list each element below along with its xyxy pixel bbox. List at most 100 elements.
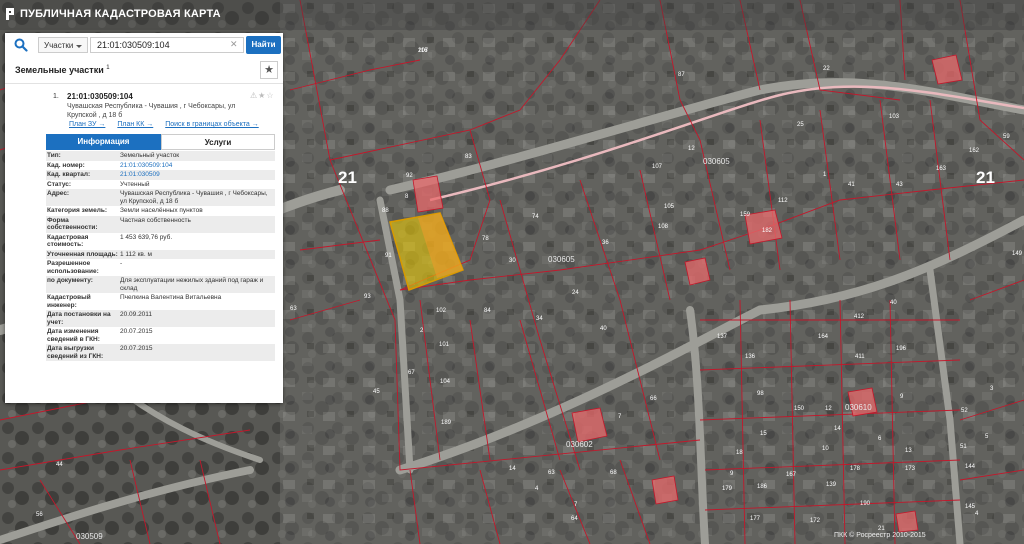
find-button[interactable]: Найти: [246, 36, 281, 54]
parcel-number: 178: [850, 466, 861, 472]
parcel-number: 116: [418, 48, 428, 54]
parcel-number: 14: [834, 426, 841, 432]
info-row: Форма собственности: Частная собственност…: [46, 215, 275, 233]
parcel-number: 12: [825, 406, 832, 412]
parcel-number: 149: [1012, 251, 1023, 257]
info-row: Кадастровый инженер: Пчелкина Валентина В…: [46, 293, 275, 310]
parcel-number: 189: [441, 420, 452, 426]
parcel-number: 163: [936, 166, 947, 172]
info-key: Категория земель:: [47, 207, 108, 214]
tab-info[interactable]: Информация: [46, 134, 161, 150]
info-value: Чувашская Республика - Чувашия , г Чебок…: [120, 190, 268, 205]
info-key: Кад. номер:: [47, 161, 85, 169]
parcel-number: 74: [532, 214, 539, 220]
info-key: Разрешенное использование:: [47, 260, 99, 275]
results-title: Земельные участки: [15, 65, 104, 75]
plan-kk-link[interactable]: План КК →: [117, 121, 153, 128]
parcel-number: 67: [408, 370, 415, 376]
info-row: по документу: Для эксплуатации нежилых зд…: [46, 276, 275, 293]
parcel-number: 92: [406, 173, 413, 179]
clear-icon[interactable]: ✕: [230, 39, 238, 50]
info-value[interactable]: 21:01:030509:104: [120, 161, 275, 171]
parcel-number: 30: [509, 258, 516, 264]
zone-label: 21: [338, 168, 357, 187]
result-cad-number[interactable]: 21:01:030509:104: [67, 92, 133, 101]
search-bar: Участки ✕ Найти: [5, 33, 283, 57]
parcel-number: 45: [373, 389, 380, 395]
parcel-number: 14: [509, 466, 516, 472]
info-value: 20.09.2011: [120, 311, 153, 318]
parcel-number: 40: [890, 300, 897, 306]
info-value: 20.07.2015: [120, 345, 153, 352]
parcel-number: 103: [889, 114, 900, 120]
info-value: Пчелкина Валентина Витальевна: [120, 294, 222, 301]
results-panel: Участки ✕ Найти Земельные участки 1 ★ 1.…: [5, 33, 283, 403]
parcel-number: 24: [572, 290, 579, 296]
info-key: Тип:: [47, 152, 61, 159]
search-type-select[interactable]: Участки: [38, 37, 88, 53]
zone-label: 21: [976, 168, 995, 187]
info-key: Адрес:: [47, 190, 70, 197]
quarter-label: 030610: [845, 403, 872, 412]
parcel-number: 63: [290, 306, 297, 312]
parcel-number: 179: [722, 486, 733, 492]
search-icon[interactable]: [14, 38, 28, 52]
parcel-number: 150: [794, 406, 805, 412]
plan-zu-link[interactable]: План ЗУ →: [69, 121, 105, 128]
quarter-label: 030605: [703, 157, 730, 166]
search-in-bounds-link[interactable]: Поиск в границах объекта →: [165, 121, 259, 128]
parcel-number: 36: [602, 240, 609, 246]
parcel-number: 12: [688, 146, 695, 152]
info-key: Дата изменения сведений в ГКН:: [47, 328, 100, 343]
parcel-number: 41: [848, 182, 855, 188]
parcel-number: 159: [740, 212, 751, 218]
parcel-number: 196: [896, 346, 907, 352]
parcel-number: 84: [484, 308, 491, 314]
tab-services[interactable]: Услуги: [161, 134, 275, 150]
quarter-label: 030605: [548, 255, 575, 264]
parcel-number: 13: [905, 448, 912, 454]
app-title: ПУБЛИЧНАЯ КАДАСТРОВАЯ КАРТА: [20, 8, 221, 20]
parcel-number: 10: [822, 446, 829, 452]
parcel-number: 64: [571, 516, 578, 522]
parcel-number: 101: [439, 342, 450, 348]
info-key: Статус:: [47, 180, 72, 188]
info-tabs: Информация Услуги: [46, 134, 275, 150]
parcel-number: 145: [965, 504, 976, 510]
info-value: Учтенный: [120, 180, 150, 188]
parcel-number: 78: [482, 236, 489, 242]
info-value[interactable]: 21:01:030509: [120, 170, 275, 180]
result-address: Чувашская Республика - Чувашия , г Чебок…: [67, 103, 236, 119]
search-input[interactable]: [90, 37, 244, 53]
rating-icon[interactable]: ⚠★☆: [250, 91, 275, 100]
info-value: 1 112 кв. м: [120, 250, 152, 258]
info-row: Дата постановки на учет: 20.09.2011: [46, 310, 275, 327]
results-heading: Земельные участки 1: [15, 65, 110, 75]
info-row: Кадастровая стоимость: 1 453 639,76 руб.: [46, 233, 275, 250]
parcel-number: 98: [757, 391, 764, 397]
info-value: Земельный участок: [120, 152, 180, 159]
parcel-number: 162: [969, 148, 980, 154]
parcel-number: 104: [440, 379, 451, 385]
parcel-number: 164: [818, 334, 829, 340]
parcel-number: 137: [717, 334, 728, 340]
parcel-number: 66: [650, 396, 657, 402]
info-key: Уточненная площадь:: [47, 250, 118, 258]
info-table: Тип: Земельный участок Кад. номер: 21:01:03…: [46, 151, 275, 361]
info-key: по документу:: [47, 277, 93, 284]
parcel-number: 107: [652, 164, 663, 170]
star-icon[interactable]: ★: [260, 61, 278, 79]
parcel-number: 182: [762, 228, 773, 234]
app-brand[interactable]: ПУБЛИЧНАЯ КАДАСТРОВАЯ КАРТА: [6, 8, 221, 20]
info-key: Форма собственности:: [47, 216, 98, 232]
quarter-label: 030602: [566, 440, 593, 449]
parcel-number: 102: [436, 308, 447, 314]
info-row: Адрес: Чувашская Республика - Чувашия , г…: [46, 189, 275, 206]
info-row: Дата изменения сведений в ГКН: 20.07.2015: [46, 327, 275, 344]
info-key: Дата постановки на учет:: [47, 311, 111, 326]
parcel-number: 18: [736, 450, 743, 456]
parcel-number: 83: [465, 154, 472, 160]
copyright: ПКК © Росреестр 2010-2015: [834, 532, 926, 539]
parcel-number: 105: [664, 204, 675, 210]
top-bar: ПУБЛИЧНАЯ КАДАСТРОВАЯ КАРТА: [0, 0, 1024, 30]
